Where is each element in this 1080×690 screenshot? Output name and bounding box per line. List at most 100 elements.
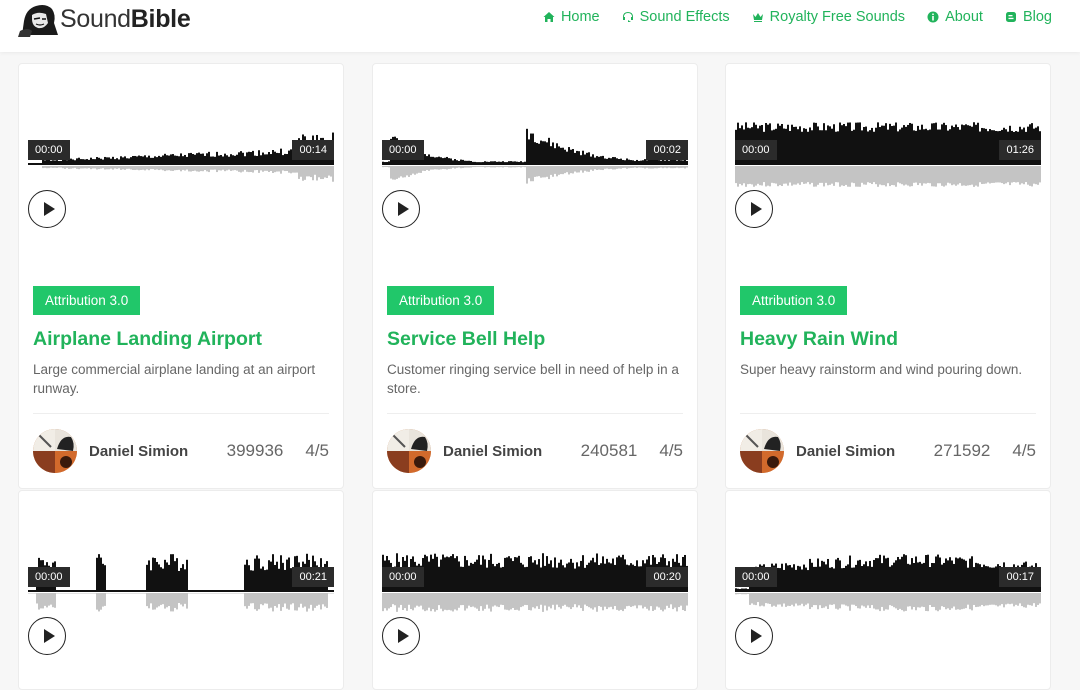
waveform-bar — [464, 555, 466, 591]
waveform-bar — [965, 560, 967, 591]
home-icon — [543, 12, 555, 22]
waveform-bar — [448, 557, 450, 591]
waveform[interactable] — [382, 541, 688, 616]
waveform-reflection-bar — [50, 166, 52, 168]
waveform-reflection-bar — [933, 593, 935, 607]
avatar[interactable] — [33, 429, 77, 473]
nav-blog[interactable]: Blog — [1005, 9, 1052, 25]
waveform-bar — [170, 154, 172, 164]
sound-title[interactable]: Airplane Landing Airport — [33, 328, 262, 351]
waveform-reflection-bar — [795, 593, 797, 604]
waveform-bar — [484, 559, 486, 591]
waveform[interactable] — [735, 114, 1041, 189]
waveform-reflection-bar — [328, 593, 330, 594]
license-badge[interactable]: Attribution 3.0 — [740, 286, 848, 315]
waveform-reflection-bar — [765, 593, 767, 604]
nav-royalty-free[interactable]: Royalty Free Sounds — [752, 9, 905, 25]
waveform-reflection-bar — [438, 593, 440, 606]
waveform-bar — [148, 560, 150, 591]
waveform-reflection-bar — [536, 593, 538, 607]
waveform-reflection-bar — [46, 166, 48, 169]
waveform-reflection-bar — [668, 166, 670, 168]
waveform-bar — [184, 569, 186, 591]
waveform-reflection-bar — [222, 593, 224, 594]
waveform-reflection-bar — [957, 593, 959, 610]
waveform-reflection-bar — [885, 166, 887, 187]
waveform[interactable] — [28, 114, 334, 189]
waveform-bar — [855, 564, 857, 591]
waveform-bar — [510, 558, 512, 591]
play-button[interactable] — [382, 617, 420, 655]
waveform-reflection-bar — [658, 593, 660, 608]
waveform-bar — [905, 126, 907, 164]
waveform-reflection-bar — [941, 166, 943, 186]
waveform-reflection-bar — [94, 593, 96, 594]
avatar[interactable] — [740, 429, 784, 473]
rating: 4/5 — [1012, 441, 1036, 460]
nav-sound-effects[interactable]: Sound Effects — [622, 9, 730, 25]
waveform[interactable] — [735, 541, 1041, 616]
waveform-reflection-bar — [42, 593, 44, 609]
waveform-reflection-bar — [204, 593, 206, 594]
waveform-bar — [881, 125, 883, 164]
waveform-reflection-bar — [88, 593, 90, 594]
waveform-bar — [154, 558, 156, 591]
waveform-reflection-bar — [662, 593, 664, 612]
play-button[interactable] — [735, 617, 773, 655]
waveform-bar — [240, 151, 242, 164]
waveform-bar — [144, 155, 146, 164]
waveform-reflection-bar — [462, 593, 464, 606]
license-badge[interactable]: Attribution 3.0 — [387, 286, 495, 315]
waveform-reflection-bar — [264, 166, 266, 171]
play-button[interactable] — [28, 617, 66, 655]
waveform-reflection-bar — [674, 166, 676, 169]
waveform-bar — [602, 155, 604, 164]
waveform-bar — [260, 155, 262, 164]
site-logo[interactable]: SoundBible — [18, 0, 191, 38]
sound-title[interactable]: Heavy Rain Wind — [740, 328, 898, 351]
waveform-bar — [891, 126, 893, 164]
waveform-bar — [176, 558, 178, 591]
waveform-reflection-bar — [686, 593, 688, 606]
license-badge[interactable]: Attribution 3.0 — [33, 286, 141, 315]
play-button[interactable] — [735, 190, 773, 228]
start-time: 00:00 — [735, 140, 777, 160]
play-button[interactable] — [382, 190, 420, 228]
waveform[interactable] — [28, 541, 334, 616]
waveform-reflection-bar — [262, 593, 264, 606]
waveform-bar — [162, 568, 164, 591]
waveform-reflection-bar — [138, 166, 140, 171]
waveform-bar — [983, 564, 985, 591]
waveform-bar — [859, 559, 861, 591]
waveform-reflection-bar — [805, 593, 807, 605]
waveform-bar — [979, 131, 981, 164]
waveform-bar — [428, 561, 430, 591]
waveform-reflection-bar — [506, 593, 508, 610]
nav-home[interactable]: Home — [543, 9, 600, 25]
waveform-reflection-bar — [751, 593, 753, 604]
play-button[interactable] — [28, 190, 66, 228]
sound-title[interactable]: Service Bell Help — [387, 328, 545, 351]
waveform-reflection-bar — [70, 166, 72, 169]
waveform-reflection-bar — [280, 166, 282, 174]
waveform-reflection-bar — [412, 593, 414, 611]
waveform-reflection-bar — [170, 593, 172, 612]
waveform-bar — [450, 556, 452, 591]
author-name[interactable]: Daniel Simion — [89, 443, 188, 460]
waveform-bar — [915, 556, 917, 591]
waveform-reflection-bar — [755, 593, 757, 606]
nav-about[interactable]: About — [927, 9, 983, 25]
waveform-reflection-bar — [124, 593, 126, 594]
author-name[interactable]: Daniel Simion — [796, 443, 895, 460]
waveform-reflection-bar — [572, 166, 574, 174]
waveform-reflection-bar — [40, 593, 42, 609]
waveform-reflection-bar — [620, 593, 622, 610]
author-name[interactable]: Daniel Simion — [443, 443, 542, 460]
waveform-bar — [989, 129, 991, 164]
waveform-reflection-bar — [50, 593, 52, 605]
waveform-bar — [550, 146, 552, 164]
waveform[interactable] — [382, 114, 688, 189]
waveform-reflection-bar — [266, 593, 268, 604]
avatar[interactable] — [387, 429, 431, 473]
waveform-reflection-bar — [827, 166, 829, 186]
